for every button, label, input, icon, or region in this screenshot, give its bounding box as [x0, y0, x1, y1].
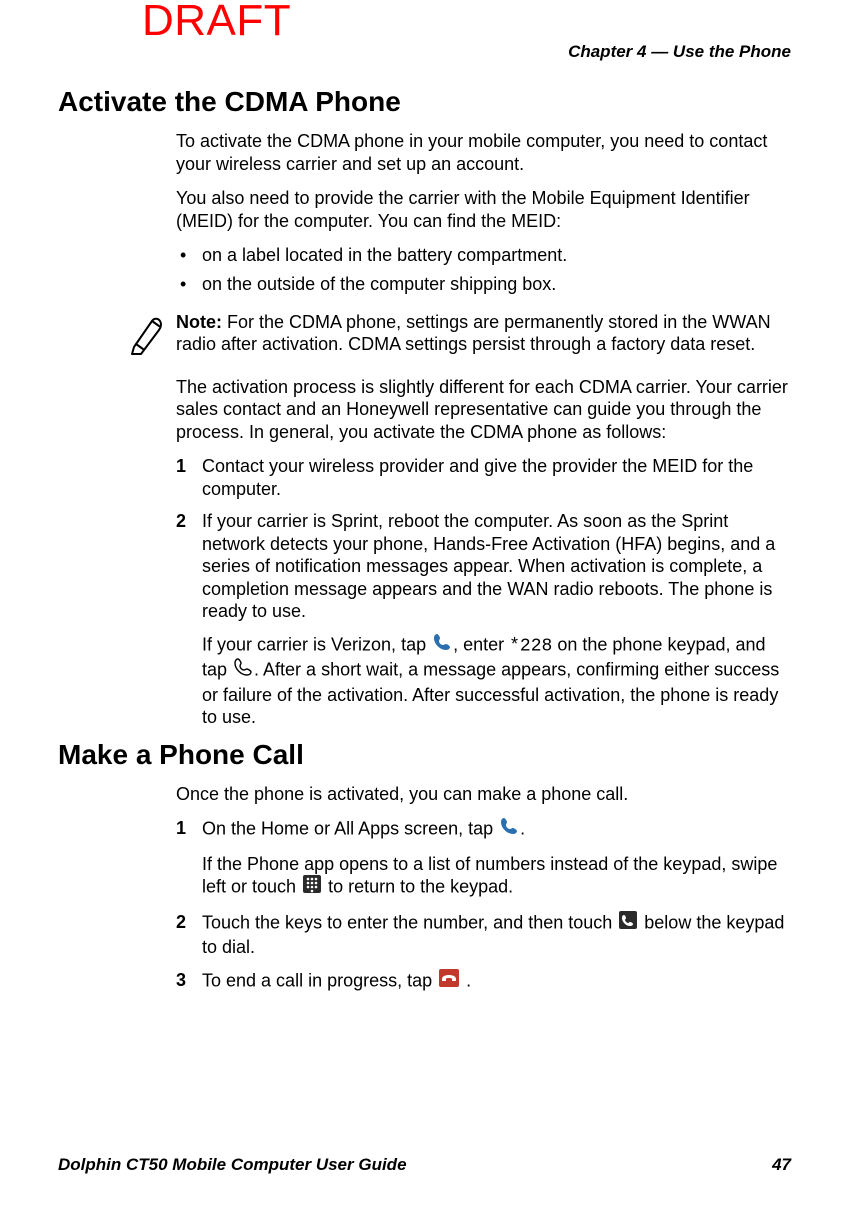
bullet-item: on the outside of the computer shipping …: [176, 273, 791, 296]
paragraph: Once the phone is activated, you can mak…: [176, 783, 791, 806]
step-text: Touch the keys to enter the number, and …: [202, 912, 617, 932]
note-body: For the CDMA phone, settings are permane…: [176, 312, 771, 355]
step-text: .: [461, 970, 471, 990]
paragraph: The activation process is slightly diffe…: [176, 376, 791, 444]
section-title-makecall: Make a Phone Call: [58, 739, 791, 771]
keypad-icon: [302, 874, 322, 900]
pencil-icon: [128, 313, 170, 360]
step-item: Touch the keys to enter the number, and …: [176, 911, 791, 959]
step-text: . After a short wait, a message appears,…: [202, 660, 779, 728]
step-text: , enter: [453, 634, 509, 654]
phone-icon: [432, 632, 452, 658]
step-text: On the Home or All Apps screen, tap: [202, 819, 498, 839]
step-item: To end a call in progress, tap .: [176, 969, 791, 995]
section-title-activate: Activate the CDMA Phone: [58, 86, 791, 118]
note-label: Note:: [176, 312, 222, 332]
step-text: To end a call in progress, tap: [202, 970, 437, 990]
step-text: .: [520, 819, 525, 839]
end-call-icon: [438, 968, 460, 994]
footer-title: Dolphin CT50 Mobile Computer User Guide: [58, 1155, 407, 1175]
bullet-item: on a label located in the battery compar…: [176, 244, 791, 267]
step-item: If your carrier is Sprint, reboot the co…: [176, 510, 791, 729]
note-block: Note: For the CDMA phone, settings are p…: [176, 311, 791, 360]
phone-outline-icon: [233, 657, 253, 683]
step-text: to return to the keypad.: [323, 877, 513, 897]
phone-icon: [499, 816, 519, 842]
code-text: *228: [509, 636, 552, 656]
draft-watermark: DRAFT: [142, 0, 291, 46]
paragraph: To activate the CDMA phone in your mobil…: [176, 130, 791, 175]
step-item: On the Home or All Apps screen, tap . If…: [176, 817, 791, 901]
note-text: Note: For the CDMA phone, settings are p…: [176, 311, 791, 356]
page-number: 47: [772, 1155, 791, 1175]
chapter-header: Chapter 4 — Use the Phone: [568, 42, 791, 62]
dial-icon: [618, 910, 638, 936]
step-text: If your carrier is Sprint, reboot the co…: [202, 511, 775, 621]
paragraph: You also need to provide the carrier wit…: [176, 187, 791, 232]
step-text: If your carrier is Verizon, tap: [202, 634, 431, 654]
step-item: Contact your wireless provider and give …: [176, 455, 791, 500]
